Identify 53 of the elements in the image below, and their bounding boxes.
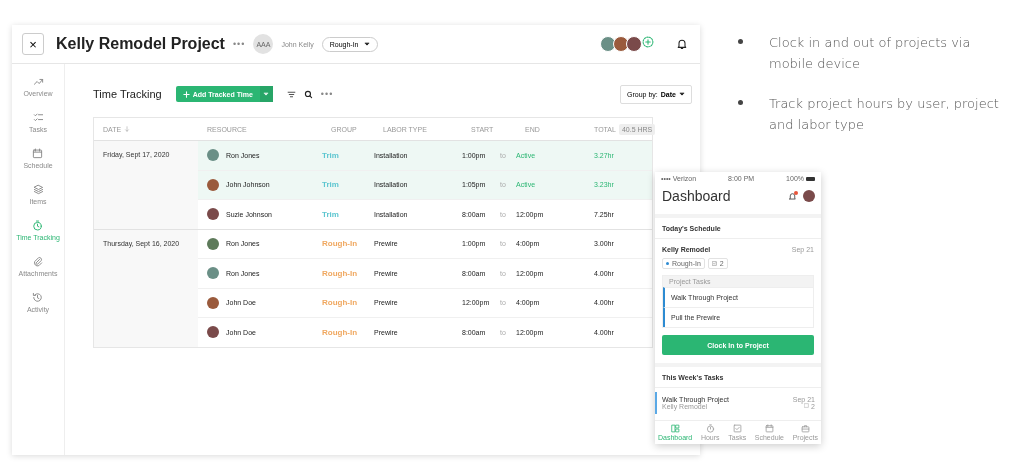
group-tag: Trim	[322, 180, 339, 190]
user-avatar	[207, 149, 219, 162]
layers-icon	[32, 184, 44, 195]
sort-down-icon	[124, 126, 131, 132]
more-button[interactable]: •••	[320, 89, 334, 99]
checkbox-icon	[711, 261, 717, 266]
checkbox-icon	[732, 424, 742, 433]
more-button[interactable]: •••	[232, 39, 246, 49]
filter-icon[interactable]	[286, 89, 296, 99]
battery-icon	[806, 176, 815, 181]
member-avatar	[613, 36, 629, 52]
plus-icon	[182, 90, 190, 98]
bell-icon[interactable]	[676, 38, 688, 50]
history-clock-icon	[32, 292, 44, 303]
project-title: Kelly Remodel Project	[56, 35, 225, 53]
search-icon[interactable]	[303, 89, 313, 99]
member-avatar	[626, 36, 642, 52]
member-avatar	[600, 36, 616, 52]
group-tag: Trim	[322, 150, 339, 160]
screen-title: Dashboard	[662, 188, 732, 204]
feature-text: Clock in and out of projects via mobile device	[769, 34, 972, 73]
caret-icon	[263, 91, 270, 97]
calendar-icon	[764, 424, 774, 433]
group-tag: Rough-In	[322, 239, 358, 249]
checklist-icon	[32, 112, 44, 123]
trend-line-icon	[32, 76, 44, 87]
user-avatar	[207, 208, 219, 221]
paperclip-icon	[32, 256, 44, 267]
profile-avatar[interactable]	[803, 190, 815, 202]
user-avatar	[207, 326, 219, 339]
dashboard-icon	[670, 424, 680, 433]
group-tag: Rough-In	[322, 327, 358, 337]
stopwatch-icon	[705, 424, 715, 433]
caret-icon	[679, 91, 685, 97]
group-tag: Trim	[322, 209, 339, 219]
briefcase-icon	[800, 424, 810, 433]
group-tag: Rough-In	[322, 268, 358, 278]
user-avatar	[207, 267, 219, 280]
user-avatar	[207, 296, 219, 309]
user-avatar	[207, 237, 219, 250]
checkbox-icon	[804, 403, 810, 408]
calendar-icon	[32, 148, 44, 159]
close-button[interactable]: ×	[22, 33, 44, 55]
caret-icon	[363, 41, 370, 47]
stopwatch-icon	[32, 220, 44, 231]
notification-dot	[794, 190, 798, 195]
section-title: Time Tracking	[93, 88, 162, 100]
group-tag: Rough-In	[322, 298, 358, 308]
bullet-icon	[738, 100, 743, 105]
feature-text: Track project hours by user, project and labor type	[769, 95, 1000, 134]
dropdown-toggle[interactable]	[259, 86, 273, 102]
user-avatar	[207, 178, 219, 191]
bullet-icon	[738, 39, 743, 44]
